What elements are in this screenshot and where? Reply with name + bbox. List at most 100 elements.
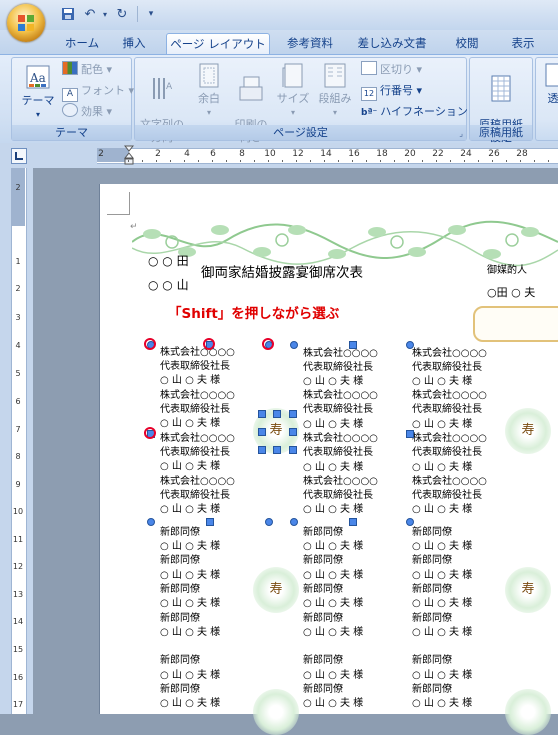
theme-button-label: テーマ [22, 94, 55, 107]
president-text: 代表取締役社長 [412, 446, 482, 460]
kotobuki-shape[interactable] [505, 689, 551, 735]
selection-handle[interactable] [289, 410, 297, 418]
selection-handle[interactable] [289, 446, 297, 454]
kotobuki-shape[interactable]: 寿 [505, 408, 551, 454]
redo-icon[interactable]: ↻ [114, 7, 130, 22]
selection-handle[interactable] [406, 430, 414, 438]
page-setup-group: A 文字列の 方向 余白▾ 印刷の 向き サイズ▾ 段組み▾ 区切り ▾ 12行… [134, 57, 467, 141]
tab-home[interactable]: ホーム [60, 33, 104, 53]
selection-handle[interactable] [290, 518, 298, 526]
tab-page-layout[interactable]: ページ レイアウト [166, 33, 270, 55]
size-label: サイズ [277, 92, 310, 105]
instruction-callout: 「Shift」を押しながら選ぶ [168, 302, 339, 322]
document-title: 御両家結婚披露宴御席次表 [201, 264, 363, 282]
page-corner-mark [107, 192, 130, 215]
ruler-number: 8 [11, 452, 25, 461]
tab-references[interactable]: 参考資料 [280, 33, 340, 53]
selection-handle[interactable] [147, 518, 155, 526]
company-text: 株式会社○○○○ [412, 432, 487, 446]
ruler-number: 4 [11, 341, 25, 350]
groom-colleague-text: 新郎同僚 [160, 554, 200, 568]
breaks-button[interactable]: 区切り ▾ [361, 61, 422, 78]
ruler-number: 2 [150, 149, 166, 159]
groom-colleague-text: 新郎同僚 [160, 683, 200, 697]
ruler-number: 2 [93, 149, 109, 159]
selection-handle[interactable] [273, 410, 281, 418]
selection-handle[interactable] [265, 518, 273, 526]
fonts-icon: A [62, 88, 78, 102]
groom-colleague-text: 新郎同僚 [412, 654, 452, 668]
guest-text: ○ 山 ○ 夫 様 [160, 626, 220, 640]
selection-handle[interactable] [258, 428, 266, 436]
selection-handle[interactable] [289, 428, 297, 436]
guest-text: ○ 山 ○ 夫 様 [303, 597, 363, 611]
theme-button[interactable]: Aa テーマ▾ [16, 64, 60, 121]
guest-text: ○ 山 ○ 夫 様 [160, 697, 220, 711]
ruler-number: 24 [458, 149, 474, 159]
groom-colleague-text: 新郎同僚 [412, 526, 452, 540]
fonts-label: フォント [81, 84, 125, 97]
left-top-2: ○ ○ 山 [148, 277, 189, 293]
company-text: 株式会社○○○○ [160, 432, 235, 446]
columns-button[interactable]: 段組み▾ [315, 62, 355, 119]
guest-text: ○ 山 ○ 夫 様 [412, 461, 472, 475]
page-setup-group-label: ページ設定 [135, 125, 466, 140]
qat-customize-icon[interactable]: ▾ [143, 7, 159, 22]
qat-separator [137, 6, 138, 22]
fonts-button[interactable]: Aフォント ▾ [62, 82, 134, 99]
guest-text: ○ 山 ○ 夫 様 [160, 417, 220, 431]
kotobuki-shape[interactable]: 寿 [253, 567, 299, 613]
watermark-button-partial[interactable]: 透 [540, 62, 558, 105]
effects-label: 効果 [81, 105, 103, 118]
kotobuki-shape[interactable]: 寿 [505, 567, 551, 613]
colors-button[interactable]: 配色 ▾ [62, 61, 112, 78]
ruler-number: 8 [234, 149, 250, 159]
tab-mailings[interactable]: 差し込み文書 [352, 33, 432, 53]
ruler-number: 6 [205, 149, 221, 159]
save-icon[interactable] [60, 7, 76, 22]
company-text: 株式会社○○○○ [160, 346, 235, 360]
document-page[interactable]: ↵ ○ ○ 田 ○ ○ 山 御両家結婚披露宴御席次表 御媒酌人 ○田 ○ 夫 株… [100, 184, 558, 714]
selection-handle[interactable] [258, 410, 266, 418]
president-text: 代表取締役社長 [412, 489, 482, 503]
selection-handle[interactable] [406, 518, 414, 526]
groom-colleague-text: 新郎同僚 [160, 526, 200, 540]
next-group-partial: 透 [535, 57, 558, 141]
size-button[interactable]: サイズ▾ [275, 62, 311, 119]
selection-handle[interactable] [349, 341, 357, 349]
tab-selector-button[interactable] [11, 148, 27, 164]
tab-insert[interactable]: 挿入 [114, 33, 154, 53]
selection-handle[interactable] [290, 341, 298, 349]
line-numbers-button[interactable]: 12行番号 ▾ [361, 82, 422, 99]
selection-handle[interactable] [273, 446, 281, 454]
svg-text:Aa: Aa [29, 71, 46, 85]
indent-marker-icon[interactable] [124, 145, 134, 170]
undo-dropdown-icon[interactable]: ▾ [97, 7, 113, 22]
guest-text: ○ 山 ○ 夫 様 [160, 669, 220, 683]
kotobuki-shape[interactable] [253, 689, 299, 735]
vertical-ruler[interactable] [11, 168, 27, 714]
selection-handle[interactable] [406, 341, 414, 349]
office-button[interactable] [7, 4, 45, 42]
selection-handle[interactable] [349, 518, 357, 526]
guest-text: ○ 山 ○ 夫 様 [412, 540, 472, 554]
effects-button[interactable]: 効果 ▾ [62, 103, 112, 120]
company-text: 株式会社○○○○ [303, 389, 378, 403]
breaks-label: 区切り [380, 63, 413, 76]
company-text: 株式会社○○○○ [160, 475, 235, 489]
selection-handle[interactable] [258, 446, 266, 454]
president-text: 代表取締役社長 [160, 446, 230, 460]
margins-button[interactable]: 余白▾ [191, 62, 227, 119]
company-text: 株式会社○○○○ [303, 347, 378, 361]
tab-view[interactable]: 表示 [503, 33, 543, 53]
undo-icon[interactable]: ↶ [82, 7, 98, 22]
guest-text: ○ 山 ○ 夫 様 [412, 697, 472, 711]
ruler-number: 10 [11, 507, 25, 516]
theme-icon: Aa [25, 64, 51, 92]
hyphenation-button[interactable]: bª⁻ハイフネーション ▾ [361, 103, 477, 120]
selection-handle[interactable] [206, 518, 214, 526]
page-setup-dialog-launcher-icon[interactable]: ⌟ [459, 129, 463, 138]
tab-review[interactable]: 校閲 [447, 33, 487, 53]
guest-text: ○ 山 ○ 夫 様 [303, 669, 363, 683]
orientation-icon [238, 75, 264, 103]
